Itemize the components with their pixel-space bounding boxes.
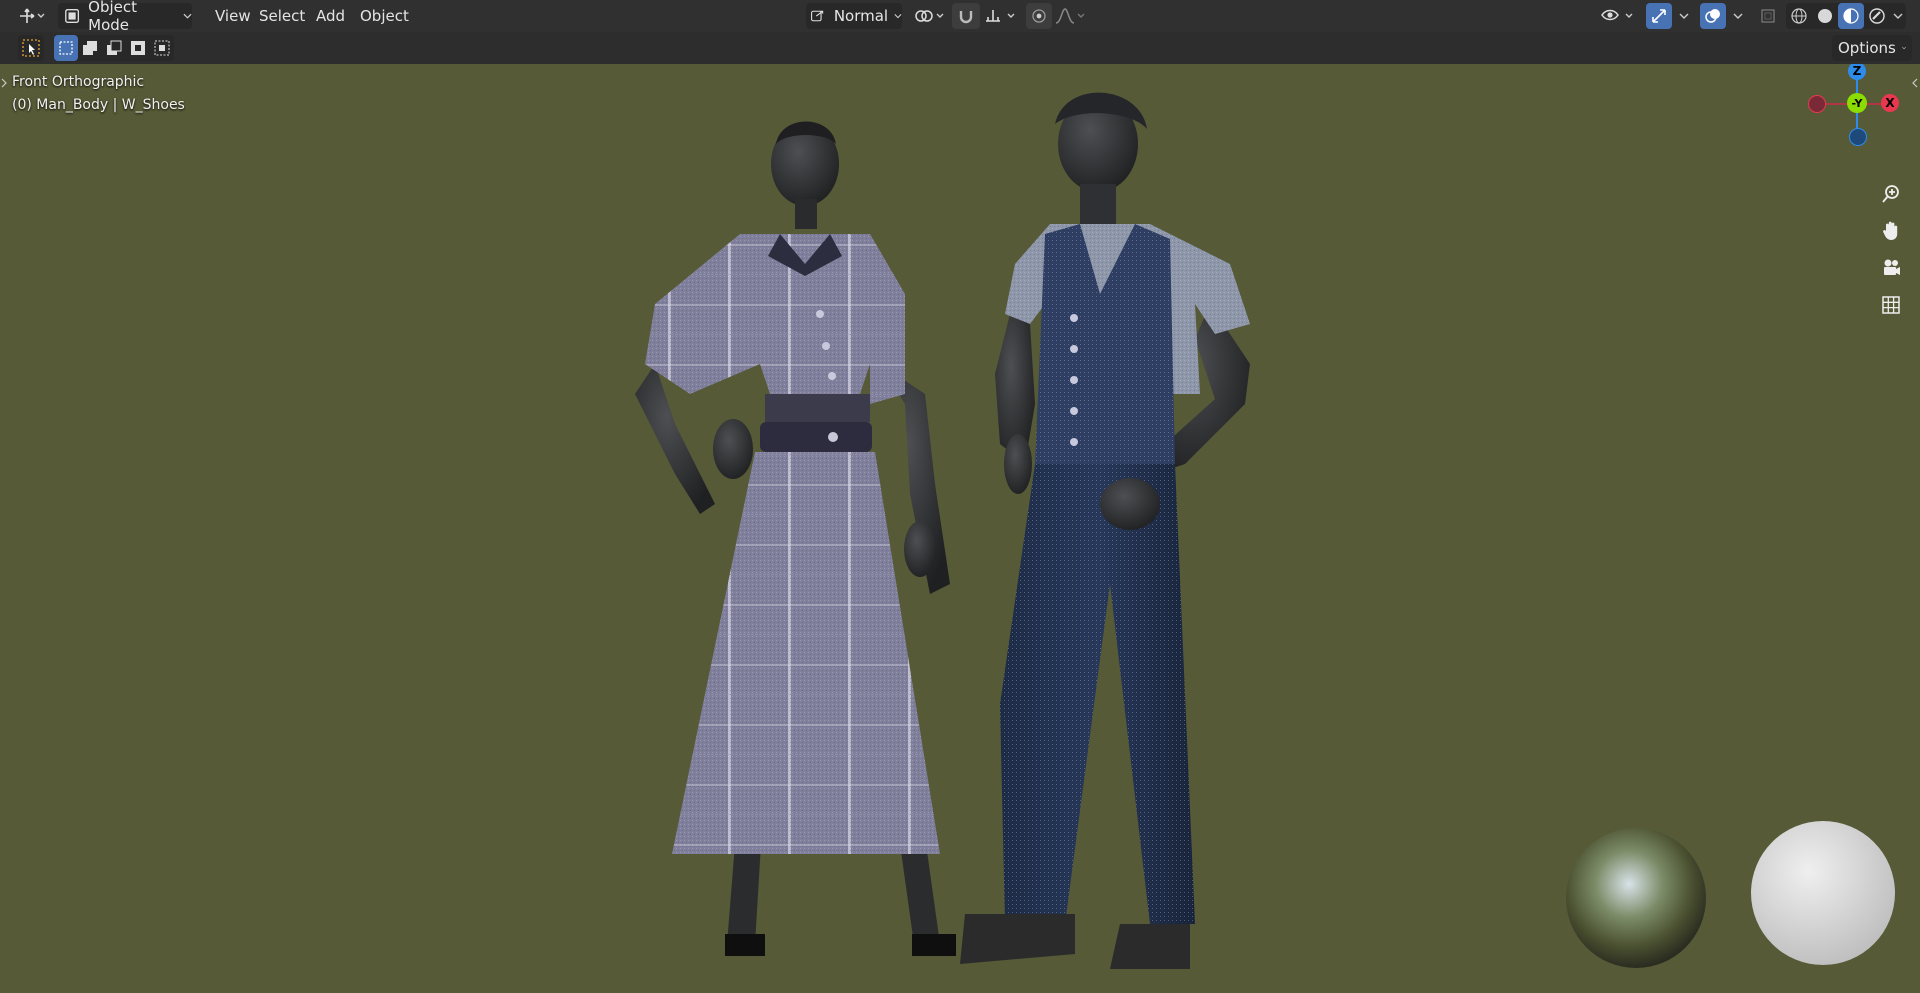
options-label: Options xyxy=(1838,39,1896,57)
rendered-sphere-icon xyxy=(1869,8,1885,24)
select-box-icon xyxy=(22,39,40,57)
mode-label: Object Mode xyxy=(88,0,138,34)
snap-toggle[interactable] xyxy=(952,3,980,29)
selection-mode-group xyxy=(54,35,174,61)
magnet-icon xyxy=(959,11,973,24)
gizmo-x-axis[interactable]: X xyxy=(1881,94,1899,112)
editor-type-selector[interactable] xyxy=(12,3,50,29)
overlays-icon xyxy=(1705,9,1720,23)
select-new-button[interactable] xyxy=(54,35,78,61)
chevron-down-icon xyxy=(1902,46,1906,50)
select-intersect-button[interactable] xyxy=(150,35,174,61)
tool-settings-bar: Options xyxy=(0,32,1920,64)
proportional-editing-toggle[interactable] xyxy=(1026,3,1052,29)
select-subtract-icon xyxy=(107,40,122,55)
pivot-icon xyxy=(915,10,944,22)
view-name: Front Orthographic xyxy=(12,74,145,90)
select-difference-button[interactable] xyxy=(126,35,150,61)
select-difference-icon xyxy=(131,41,145,55)
gizmo-neg-x-axis[interactable] xyxy=(1808,95,1826,113)
overlays-toggle[interactable] xyxy=(1700,3,1726,29)
snap-increment-icon xyxy=(986,10,1015,22)
gizmo-toggle[interactable] xyxy=(1646,3,1672,29)
solid-sphere-icon xyxy=(1818,9,1832,23)
select-subtract-button[interactable] xyxy=(102,35,126,61)
gizmo-neg-y-axis[interactable]: -Y xyxy=(1847,93,1867,113)
sidebar-region-toggle[interactable] xyxy=(1910,76,1920,90)
chevron-down-icon xyxy=(183,13,192,19)
chevron-down-icon xyxy=(1893,13,1903,19)
gizmo-dropdown[interactable] xyxy=(1674,3,1694,29)
navigation-gizmo[interactable]: Z -Y X xyxy=(1800,64,1920,184)
shading-solid-button[interactable] xyxy=(1812,3,1838,29)
zoom-button[interactable] xyxy=(1876,179,1906,209)
falloff-dropdown[interactable] xyxy=(1054,3,1090,29)
transform-gizmo-icon xyxy=(20,8,45,23)
menu-view[interactable]: View xyxy=(209,3,257,29)
falloff-curve-icon xyxy=(1055,8,1085,24)
man-figure xyxy=(960,92,1250,969)
options-dropdown[interactable]: Options xyxy=(1832,35,1912,61)
shading-dropdown[interactable] xyxy=(1890,3,1906,29)
material-sphere-icon xyxy=(1843,8,1859,24)
toggle-ortho-button[interactable] xyxy=(1876,290,1906,320)
camera-icon xyxy=(1884,259,1900,275)
scene-render xyxy=(635,92,1895,969)
chevron-right-icon xyxy=(1,78,7,88)
shading-group xyxy=(1786,3,1906,29)
chevron-down-icon xyxy=(1733,13,1743,19)
transform-orientation-dropdown[interactable]: Normal xyxy=(806,3,902,29)
diffuse-preview-sphere xyxy=(1751,821,1895,965)
viewport-header: Object Mode View Select Add Object Norma… xyxy=(0,0,1920,34)
orientation-label: Normal xyxy=(833,7,889,25)
camera-view-button[interactable] xyxy=(1876,253,1906,283)
select-extend-button[interactable] xyxy=(78,35,102,61)
hdri-preview-sphere xyxy=(1566,828,1706,968)
shading-material-button[interactable] xyxy=(1838,3,1864,29)
wireframe-sphere-icon xyxy=(1791,8,1807,24)
select-extend-icon xyxy=(83,41,97,55)
eye-icon xyxy=(1601,9,1633,21)
active-tool-button[interactable] xyxy=(18,35,44,61)
select-new-icon xyxy=(59,41,73,55)
overlays-dropdown[interactable] xyxy=(1728,3,1748,29)
visibility-dropdown[interactable] xyxy=(1598,3,1638,29)
select-intersect-icon xyxy=(154,40,170,56)
shading-wireframe-button[interactable] xyxy=(1786,3,1812,29)
selection-info: (0) Man_Body | W_Shoes xyxy=(12,97,185,113)
xray-icon xyxy=(1761,9,1775,23)
chevron-left-icon xyxy=(1912,78,1918,88)
proportional-icon xyxy=(1032,9,1046,23)
hand-icon xyxy=(1883,221,1898,240)
woman-figure xyxy=(635,121,956,956)
gizmo-axes xyxy=(1818,77,1890,136)
object-mode-icon xyxy=(65,9,80,23)
menu-object[interactable]: Object xyxy=(354,3,415,29)
orientation-icon xyxy=(811,10,824,22)
3d-viewport[interactable]: Front Orthographic (0) Man_Body | W_Shoe… xyxy=(0,64,1920,993)
toolbar-region-toggle[interactable] xyxy=(0,76,8,90)
shading-rendered-button[interactable] xyxy=(1864,3,1890,29)
gizmo-arrows-icon xyxy=(1652,9,1666,23)
snap-target-dropdown[interactable] xyxy=(982,3,1022,29)
menu-select[interactable]: Select xyxy=(253,3,311,29)
zoom-in-icon xyxy=(1882,185,1899,203)
grid-icon xyxy=(1882,296,1900,314)
menu-add[interactable]: Add xyxy=(310,3,351,29)
pan-button[interactable] xyxy=(1876,216,1906,246)
mode-dropdown[interactable]: Object Mode xyxy=(58,0,192,34)
chevron-down-icon xyxy=(1679,13,1689,19)
xray-toggle[interactable] xyxy=(1756,3,1780,29)
chevron-down-icon xyxy=(894,14,902,19)
pivot-point-dropdown[interactable] xyxy=(912,3,948,29)
gizmo-neg-z-axis[interactable] xyxy=(1849,128,1867,146)
